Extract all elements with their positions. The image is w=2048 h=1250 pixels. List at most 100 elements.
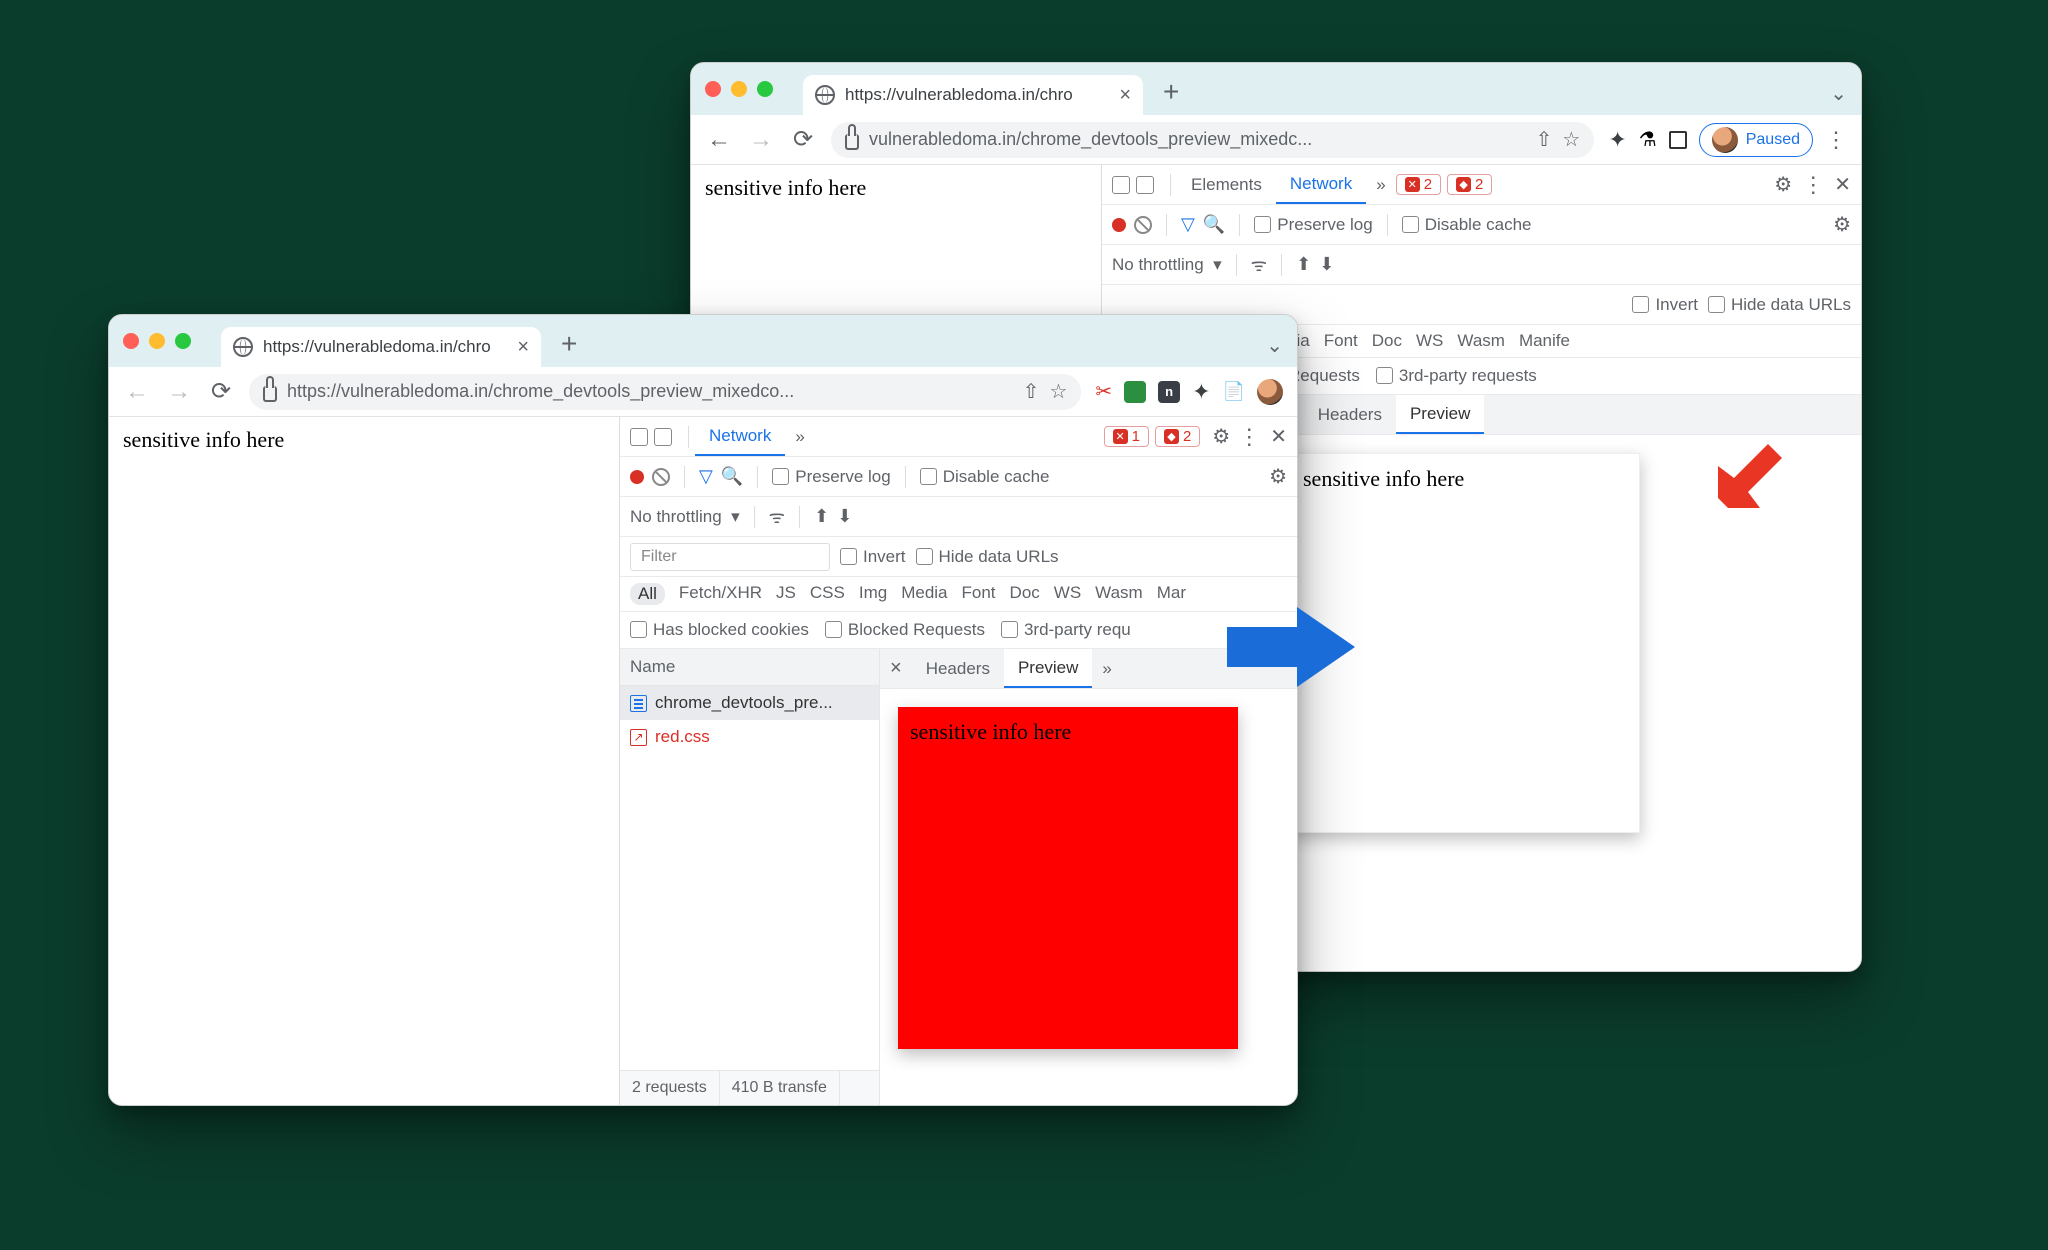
type-filter[interactable]: Font xyxy=(1324,331,1358,351)
type-filter[interactable]: WS xyxy=(1416,331,1443,351)
chrome-menu-icon[interactable]: ⋮ xyxy=(1825,127,1847,153)
profile-avatar[interactable] xyxy=(1257,379,1283,405)
device-mode-icon[interactable] xyxy=(654,428,672,446)
omnibox[interactable]: vulnerabledoma.in/chrome_devtools_previe… xyxy=(831,122,1594,158)
extension-icon[interactable]: n xyxy=(1158,381,1180,403)
tab-network[interactable]: Network xyxy=(695,417,785,456)
filter-icon[interactable]: ▽ xyxy=(1181,214,1195,235)
tab-headers[interactable]: Headers xyxy=(912,649,1004,688)
close-window-button[interactable] xyxy=(123,333,139,349)
request-item[interactable]: chrome_devtools_pre... xyxy=(620,686,879,720)
blocked-requests-checkbox[interactable]: Blocked Requests xyxy=(825,620,985,640)
omnibox[interactable]: https://vulnerabledoma.in/chrome_devtool… xyxy=(249,374,1081,410)
bookmark-icon[interactable]: ☆ xyxy=(1049,379,1067,404)
new-tab-button[interactable]: + xyxy=(1163,76,1179,108)
filter-icon[interactable]: ▽ xyxy=(699,466,713,487)
blocked-cookies-checkbox[interactable]: Has blocked cookies xyxy=(630,620,809,640)
extensions-icon[interactable]: ✦ xyxy=(1608,127,1626,153)
type-filter[interactable]: Manife xyxy=(1519,331,1570,351)
settings-icon[interactable]: ⚙ xyxy=(1212,424,1230,449)
bookmark-icon[interactable]: ☆ xyxy=(1562,127,1580,152)
browser-tab[interactable]: https://vulnerabledoma.in/chro × xyxy=(221,327,541,367)
type-filter[interactable]: Mar xyxy=(1157,583,1186,605)
error-badge[interactable]: ✕1 xyxy=(1104,426,1149,447)
maximize-window-button[interactable] xyxy=(757,81,773,97)
type-filter[interactable]: Doc xyxy=(1010,583,1040,605)
minimize-window-button[interactable] xyxy=(149,333,165,349)
devtools-menu-icon[interactable]: ⋮ xyxy=(1802,172,1824,198)
close-tab-icon[interactable]: × xyxy=(1119,84,1131,107)
name-column-header[interactable]: Name xyxy=(620,649,879,686)
type-filter[interactable]: Font xyxy=(962,583,996,605)
close-devtools-icon[interactable]: ✕ xyxy=(1270,424,1287,449)
scissors-icon[interactable]: ✂ xyxy=(1095,379,1112,404)
tab-preview[interactable]: Preview xyxy=(1004,649,1092,688)
reload-button[interactable]: ⟳ xyxy=(207,377,235,406)
network-settings-icon[interactable]: ⚙ xyxy=(1269,464,1287,489)
type-filter[interactable]: Doc xyxy=(1372,331,1402,351)
upload-har-icon[interactable]: ⬆ xyxy=(1296,254,1311,275)
type-filter[interactable]: JS xyxy=(776,583,796,605)
document-icon[interactable]: 📄 xyxy=(1223,381,1245,402)
invert-checkbox[interactable]: Invert xyxy=(1632,295,1698,315)
device-mode-icon[interactable] xyxy=(1136,176,1154,194)
more-detail-tabs-icon[interactable]: » xyxy=(1092,659,1121,679)
type-filter[interactable]: Img xyxy=(859,583,887,605)
disable-cache-checkbox[interactable]: Disable cache xyxy=(920,467,1050,487)
back-button[interactable]: ← xyxy=(123,378,151,406)
tabs-dropdown-icon[interactable]: ⌄ xyxy=(1830,81,1847,106)
close-window-button[interactable] xyxy=(705,81,721,97)
extensions-icon[interactable]: ✦ xyxy=(1192,379,1210,405)
more-tabs-icon[interactable]: » xyxy=(1366,175,1395,195)
tab-preview[interactable]: Preview xyxy=(1396,395,1484,434)
type-filter[interactable]: CSS xyxy=(810,583,845,605)
network-conditions-icon[interactable]: ᯤ xyxy=(769,505,785,529)
back-button[interactable]: ← xyxy=(705,126,733,154)
type-filter[interactable]: WS xyxy=(1054,583,1081,605)
throttle-select[interactable]: No throttling ▾ xyxy=(1112,255,1222,275)
search-icon[interactable]: 🔍 xyxy=(721,466,743,487)
clear-icon[interactable] xyxy=(1134,216,1152,234)
invert-checkbox[interactable]: Invert xyxy=(840,547,906,567)
close-detail-icon[interactable]: × xyxy=(880,657,912,680)
settings-icon[interactable]: ⚙ xyxy=(1774,172,1792,197)
type-filter[interactable]: Media xyxy=(901,583,947,605)
close-devtools-icon[interactable]: ✕ xyxy=(1834,172,1851,197)
filter-input[interactable]: Filter xyxy=(630,543,830,571)
record-icon[interactable] xyxy=(1112,218,1126,232)
clear-icon[interactable] xyxy=(652,468,670,486)
minimize-window-button[interactable] xyxy=(731,81,747,97)
issue-badge[interactable]: ◆2 xyxy=(1155,426,1200,447)
inspect-icon[interactable] xyxy=(630,428,648,446)
issue-badge[interactable]: ◆2 xyxy=(1447,174,1492,195)
share-icon[interactable]: ⇧ xyxy=(1536,127,1553,152)
tab-headers[interactable]: Headers xyxy=(1304,395,1396,434)
request-item[interactable]: red.css xyxy=(620,720,879,754)
window-icon[interactable] xyxy=(1669,131,1687,149)
hide-dataurls-checkbox[interactable]: Hide data URLs xyxy=(1708,295,1851,315)
type-filter[interactable]: Wasm xyxy=(1457,331,1505,351)
thirdparty-checkbox[interactable]: 3rd-party requ xyxy=(1001,620,1131,640)
new-tab-button[interactable]: + xyxy=(561,328,577,360)
devtools-menu-icon[interactable]: ⋮ xyxy=(1238,424,1260,450)
tab-network[interactable]: Network xyxy=(1276,165,1366,204)
more-tabs-icon[interactable]: » xyxy=(785,427,814,447)
inspect-icon[interactable] xyxy=(1112,176,1130,194)
throttle-select[interactable]: No throttling ▾ xyxy=(630,507,740,527)
tabs-dropdown-icon[interactable]: ⌄ xyxy=(1266,333,1283,358)
download-har-icon[interactable]: ⬇ xyxy=(1319,254,1334,275)
forward-button[interactable]: → xyxy=(747,126,775,154)
browser-tab[interactable]: https://vulnerabledoma.in/chro × xyxy=(803,75,1143,115)
search-icon[interactable]: 🔍 xyxy=(1203,214,1225,235)
type-filter[interactable]: Wasm xyxy=(1095,583,1143,605)
download-har-icon[interactable]: ⬇ xyxy=(837,506,852,527)
upload-har-icon[interactable]: ⬆ xyxy=(814,506,829,527)
tab-elements[interactable]: Elements xyxy=(1177,165,1276,204)
disable-cache-checkbox[interactable]: Disable cache xyxy=(1402,215,1532,235)
share-icon[interactable]: ⇧ xyxy=(1023,379,1040,404)
close-tab-icon[interactable]: × xyxy=(517,336,529,359)
network-conditions-icon[interactable]: ᯤ xyxy=(1251,253,1267,277)
network-settings-icon[interactable]: ⚙ xyxy=(1833,212,1851,237)
reload-button[interactable]: ⟳ xyxy=(789,125,817,154)
maximize-window-button[interactable] xyxy=(175,333,191,349)
